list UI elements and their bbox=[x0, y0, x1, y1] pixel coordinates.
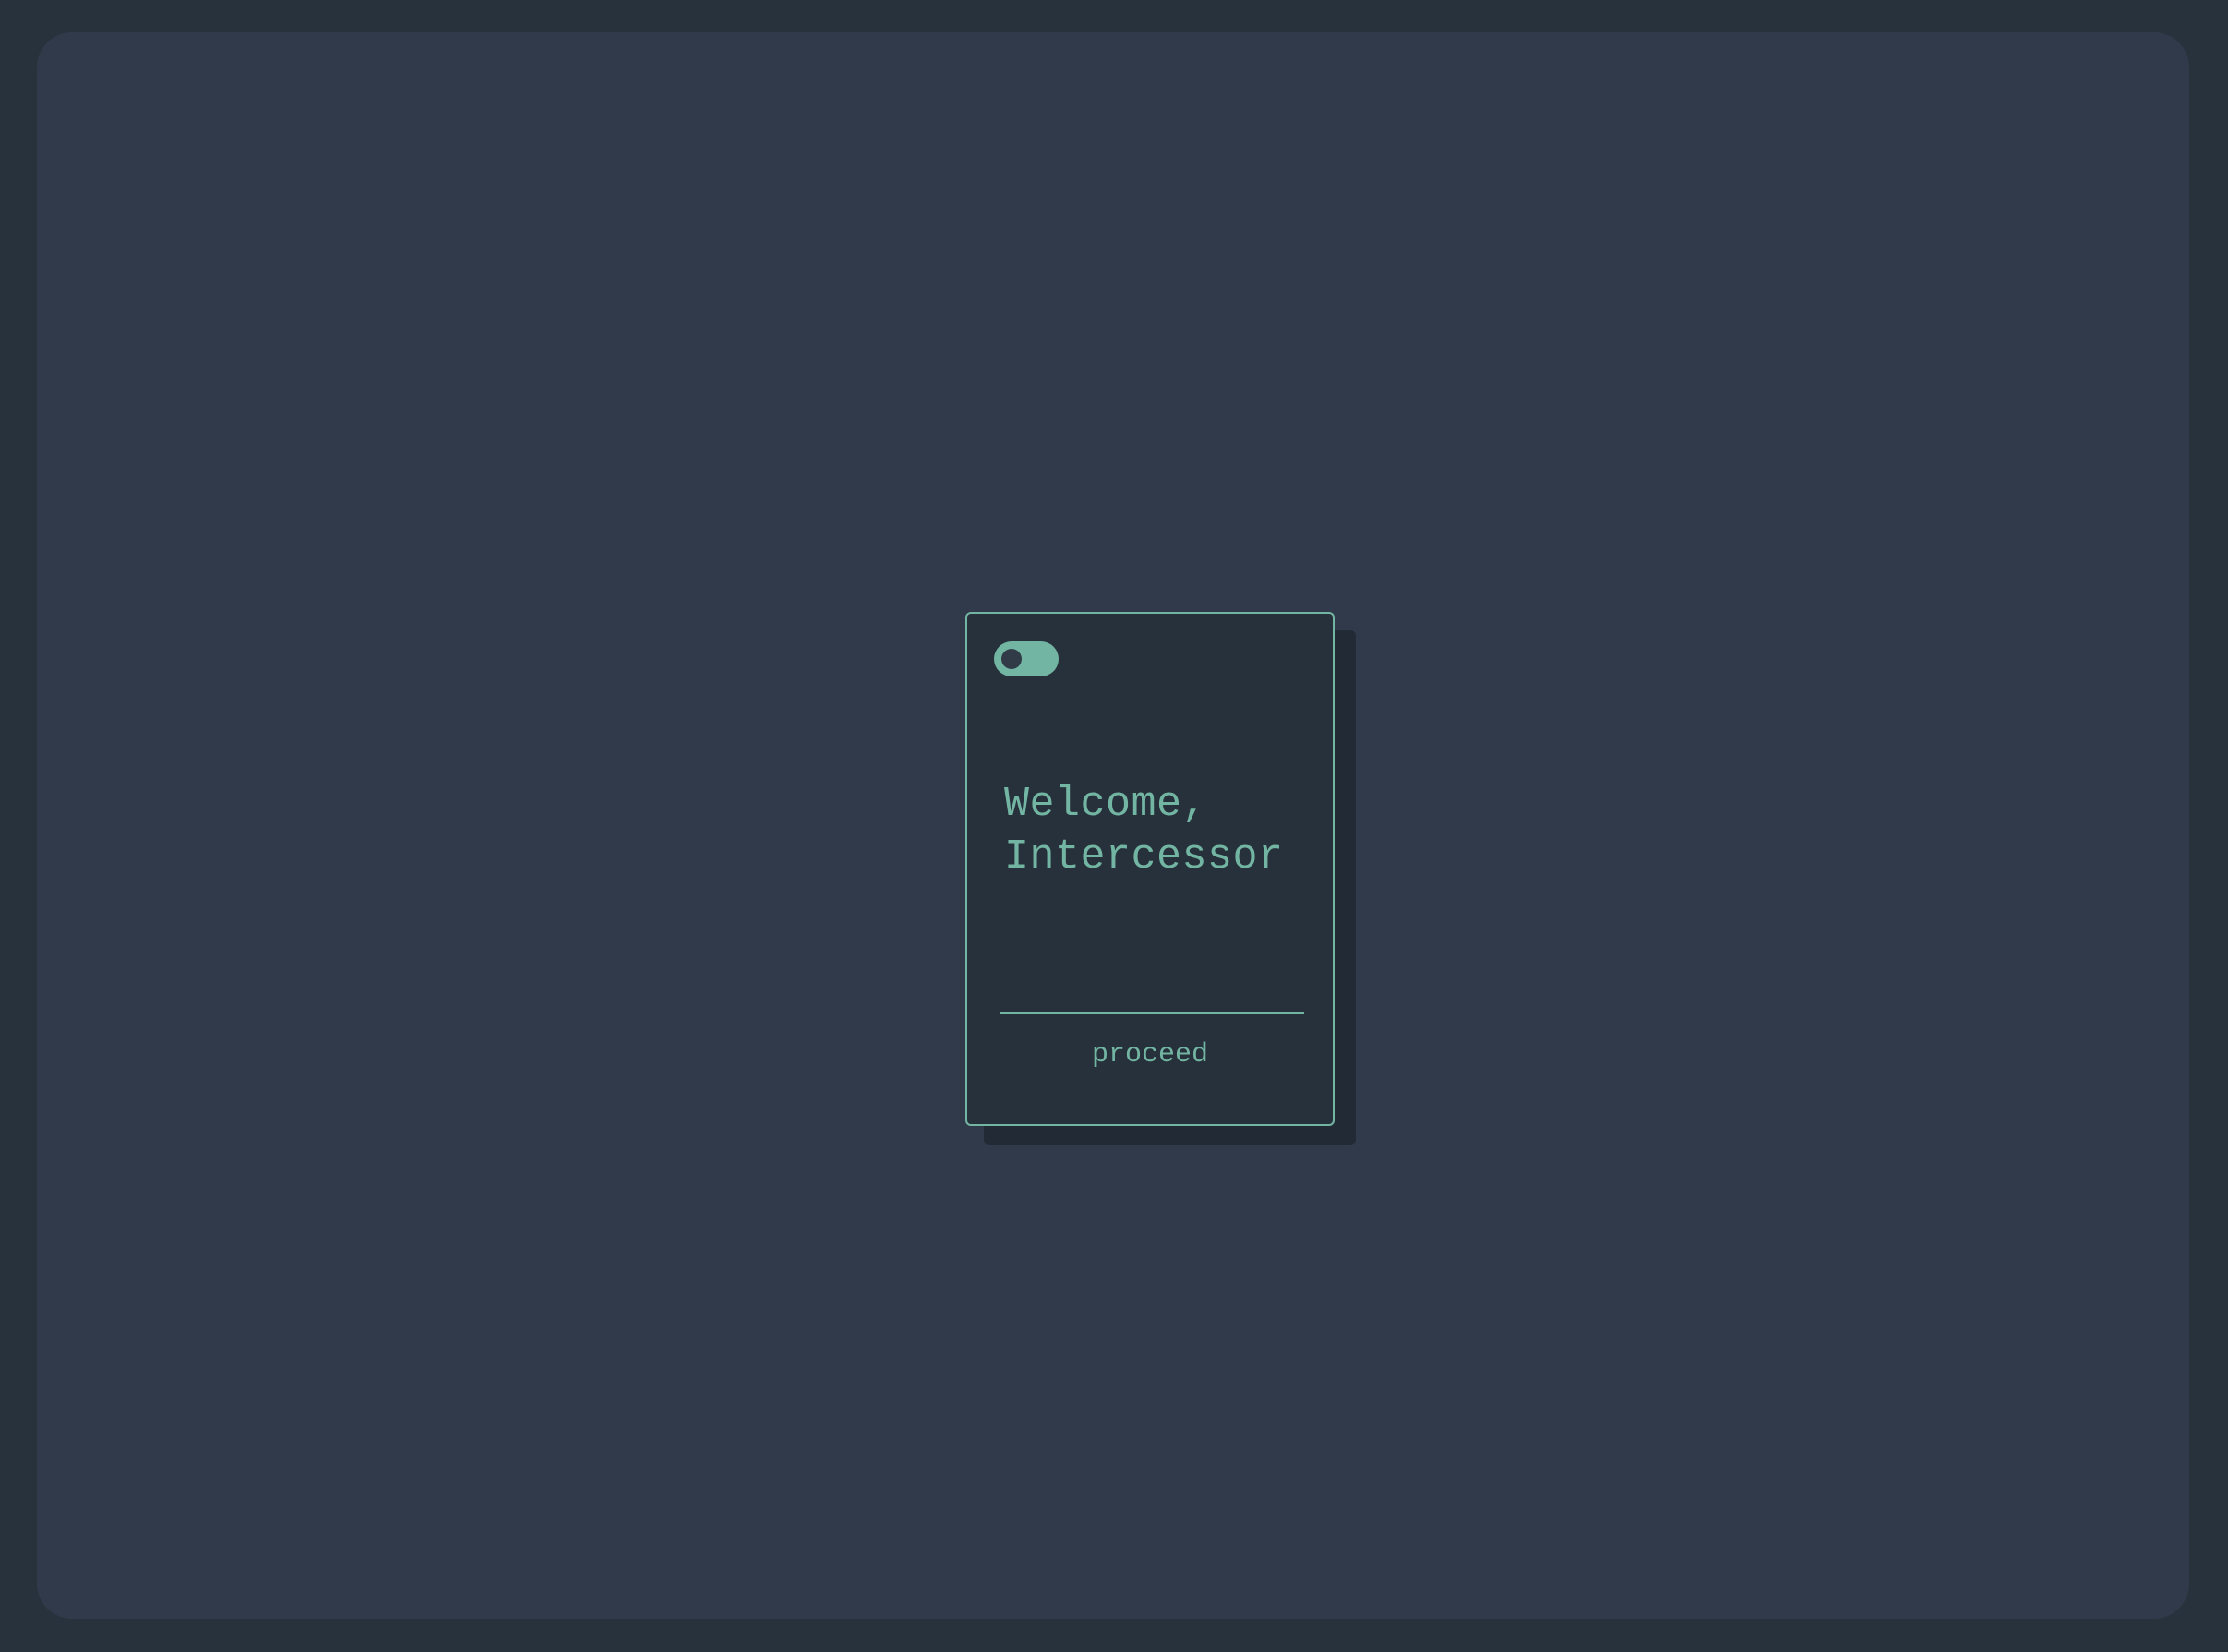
welcome-card: Welcome, Intercessor proceed bbox=[965, 612, 1335, 1126]
divider bbox=[1000, 1012, 1304, 1014]
toggle-switch[interactable] bbox=[994, 641, 1059, 676]
app-background: Welcome, Intercessor proceed bbox=[37, 32, 2189, 1619]
welcome-line-2: Intercessor bbox=[1004, 833, 1284, 880]
welcome-line-1: Welcome, bbox=[1004, 781, 1208, 828]
proceed-button[interactable]: proceed bbox=[967, 1038, 1333, 1071]
toggle-knob bbox=[1001, 649, 1022, 669]
welcome-heading: Welcome, Intercessor bbox=[1004, 778, 1318, 883]
